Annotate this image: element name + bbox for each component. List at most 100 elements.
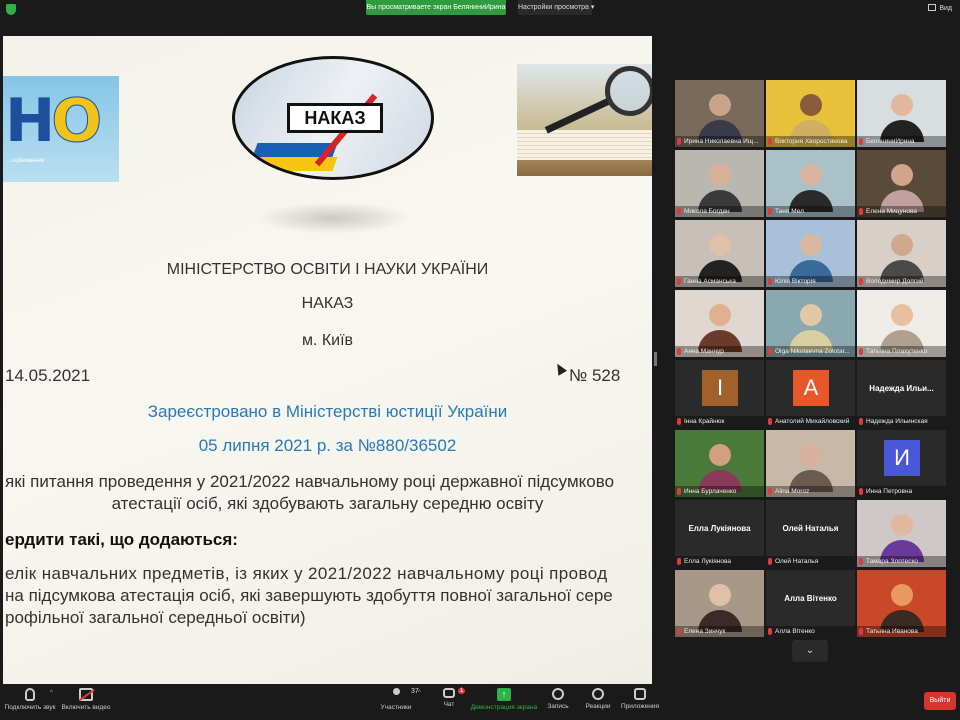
participant-head (891, 94, 913, 116)
participants-options-caret[interactable]: ^ (418, 690, 421, 696)
participant-head (800, 94, 822, 116)
smiley-icon (592, 688, 604, 700)
muted-mic-icon (859, 418, 863, 425)
participant-tile[interactable]: И Инна Петровна (857, 430, 946, 497)
muted-mic-icon (768, 418, 772, 425)
muted-mic-icon (859, 138, 863, 145)
participant-tile[interactable]: I Інна Крайнюк (675, 360, 764, 427)
chat-badge: 1 (458, 688, 466, 694)
view-mode-button[interactable]: Вид (928, 4, 952, 12)
shared-screen-slide: НО ...оцінювання НАКАЗ МІНІСТЕРСТВО ОСВІ… (3, 36, 652, 684)
participant-tile[interactable]: Olga Nikolaevna Zolotar... (766, 290, 855, 357)
participant-tile[interactable]: Надежда Ильи... Надежда Ильинская (857, 360, 946, 427)
participant-head (709, 94, 731, 116)
participants-button[interactable]: 37 Участники (378, 688, 419, 718)
participant-tile[interactable]: Alina Moroz (766, 430, 855, 497)
participant-tile[interactable]: Елла Лукіянова Елла Лукіянова (675, 500, 764, 567)
grid-view-icon (928, 4, 937, 11)
muted-mic-icon (859, 628, 863, 635)
order-date: 14.05.2021 (5, 366, 91, 385)
start-video-label: Включить видео (61, 704, 111, 711)
muted-mic-icon (768, 138, 772, 145)
muted-mic-icon (677, 418, 681, 425)
muted-mic-icon (677, 558, 681, 565)
gallery-next-page-button[interactable]: ⌄ (792, 640, 828, 662)
participant-tile[interactable]: А Анатолий Михайловский (766, 360, 855, 427)
participant-name: Инна Бурлаченко (675, 486, 764, 497)
participants-label: Участники (380, 704, 412, 711)
meeting-toolbar: Подключить звук ^ Включить видео 37 Учас… (0, 684, 960, 720)
leave-meeting-button[interactable]: Выйти (924, 692, 956, 710)
join-audio-label: Подключить звук (4, 704, 56, 711)
muted-mic-icon (768, 348, 772, 355)
participant-tile[interactable]: Ганна Асманська (675, 220, 764, 287)
participant-name: Микола Богдан (675, 206, 764, 217)
panel-splitter-handle[interactable] (654, 352, 657, 366)
participant-tile[interactable]: Тамара Злотеско (857, 500, 946, 567)
participant-head (800, 304, 822, 326)
record-button[interactable]: Запись (544, 688, 572, 718)
participant-name: Елена Мицунова (857, 206, 946, 217)
participant-tile[interactable]: Татьяна Плахутенко (857, 290, 946, 357)
muted-mic-icon (859, 278, 863, 285)
participant-head (800, 164, 822, 186)
security-shield-icon[interactable] (6, 4, 16, 15)
participant-tile[interactable]: Инна Бурлаченко (675, 430, 764, 497)
participant-tile[interactable]: Елена Мицунова (857, 150, 946, 217)
participant-display-name: Надежда Ильи... (869, 384, 934, 393)
top-bar: Вы просматриваете экран БеляниниИрина На… (0, 0, 960, 18)
headphones-icon (25, 688, 35, 701)
zno-logo-text: НО (5, 86, 103, 157)
banner-shadow (255, 202, 411, 234)
participant-name: Татьяна Плахутенко (857, 346, 946, 357)
participant-tile[interactable]: Юлія Вікторія (766, 220, 855, 287)
participant-tile[interactable]: Ирина Николаевна Ищ... (675, 80, 764, 147)
subject-line-2: атестації осіб, які здобувають загальну … (111, 494, 544, 513)
chat-icon: 1 (443, 688, 466, 698)
chat-button[interactable]: 1 Чат (434, 688, 466, 718)
audio-options-caret[interactable]: ^ (50, 690, 53, 696)
muted-mic-icon (768, 488, 772, 495)
participant-tile[interactable]: Таня Мел (766, 150, 855, 217)
participant-tile[interactable]: Володимир Долгий (857, 220, 946, 287)
participant-tile[interactable]: Олей Наталья Олей Наталья (766, 500, 855, 567)
chevron-down-icon: ⌄ (805, 645, 815, 656)
participant-name: Alina Moroz (766, 486, 855, 497)
share-screen-button[interactable]: ↑ Демонстрация экрана (470, 688, 538, 718)
muted-mic-icon (677, 208, 681, 215)
muted-mic-icon (768, 628, 772, 635)
join-audio-button[interactable]: Подключить звук (4, 688, 56, 718)
muted-mic-icon (768, 208, 772, 215)
apps-button[interactable]: Приложения (620, 688, 660, 718)
participant-tile[interactable]: Микола Богдан (675, 150, 764, 217)
participant-display-name: Олей Наталья (782, 524, 839, 533)
participant-tile[interactable]: Алла Вітенко Алла Вітенко (766, 570, 855, 637)
participant-tile[interactable]: Виктория Хворостянова (766, 80, 855, 147)
share-screen-icon: ↑ (497, 688, 511, 701)
city-label: м. Київ (301, 332, 354, 349)
muted-mic-icon (859, 208, 863, 215)
approve-heading: ердити такі, що додаються: (5, 530, 238, 549)
view-mode-label: Вид (939, 5, 952, 12)
participant-tile[interactable]: Елена Зинчук (675, 570, 764, 637)
reactions-button[interactable]: Реакции (584, 688, 612, 718)
participant-tile[interactable]: БеляниниИрина (857, 80, 946, 147)
muted-mic-icon (859, 488, 863, 495)
start-video-button[interactable]: Включить видео (60, 688, 112, 718)
participant-name: Анатолий Михайловский (766, 416, 855, 427)
view-options-button[interactable]: Настройки просмотра ▾ (518, 0, 594, 15)
participant-avatar-letter: I (702, 370, 738, 406)
registration-line-2: 05 липня 2021 р. за №880/36502 (198, 436, 457, 455)
participant-tile[interactable]: Анна Манчур (675, 290, 764, 357)
participant-name: Инна Петровна (857, 486, 946, 497)
participant-name: Анна Манчур (675, 346, 764, 357)
participant-tile[interactable]: Татьяна Иванова (857, 570, 946, 637)
video-camera-off-icon (79, 688, 93, 701)
muted-mic-icon (677, 628, 681, 635)
ministry-heading: МІНІСТЕРСТВО ОСВІТИ І НАУКИ УКРАЇНИ (166, 261, 489, 278)
muted-mic-icon (677, 278, 681, 285)
magnifier-handle (544, 97, 612, 134)
participant-head (709, 304, 731, 326)
apps-label: Приложения (620, 703, 660, 710)
muted-mic-icon (768, 278, 772, 285)
